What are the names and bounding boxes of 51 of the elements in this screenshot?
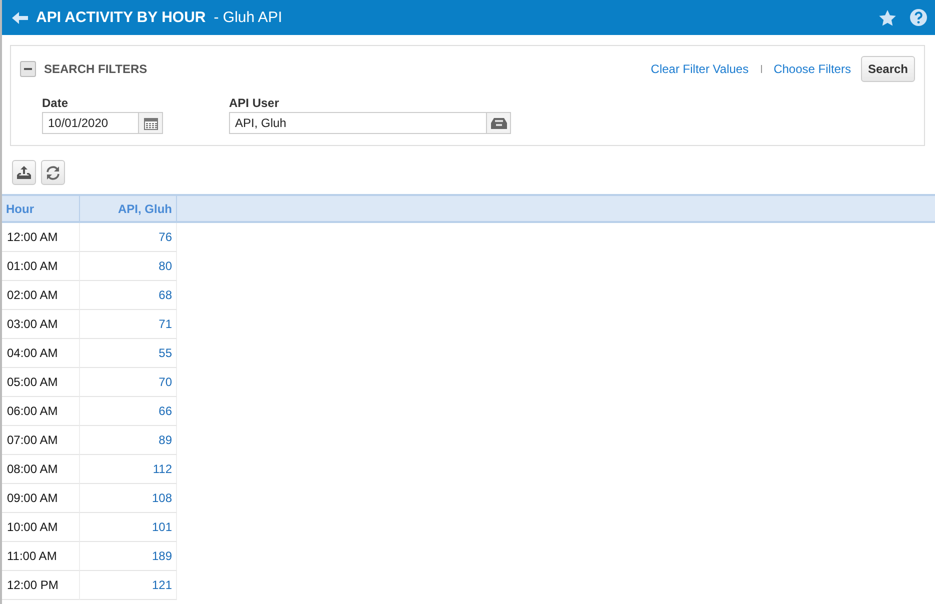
table-cell: 80 — [80, 252, 177, 281]
table-cell: 89 — [80, 426, 177, 455]
table-cell: 12:00 PM — [2, 571, 80, 600]
minus-icon — [24, 65, 32, 73]
table-cell: 101 — [80, 513, 177, 542]
refresh-icon — [45, 164, 61, 180]
table-cell: 76 — [80, 223, 177, 252]
tray-icon — [490, 118, 506, 128]
refresh-button[interactable] — [41, 160, 65, 185]
table-cell: 55 — [80, 339, 177, 368]
table-cell: 01:00 AM — [2, 252, 80, 281]
table-cell: 68 — [80, 281, 177, 310]
search-button[interactable]: Search — [860, 56, 915, 82]
table-cell: 70 — [80, 368, 177, 397]
input-field[interactable]: 10/01/2020 — [42, 112, 163, 134]
table-cell: 10:00 AM — [2, 513, 80, 542]
table-cell: 121 — [80, 571, 177, 600]
field-label: API User — [229, 96, 280, 110]
field-label: Date — [42, 96, 70, 110]
field-addon-button[interactable] — [486, 113, 510, 133]
column-header[interactable]: Hour — [2, 196, 80, 221]
export-button[interactable] — [12, 160, 36, 185]
table-cell: 112 — [80, 455, 177, 484]
table-cell: 03:00 AM — [2, 310, 80, 339]
table-cell: 189 — [80, 542, 177, 571]
help-icon[interactable] — [910, 9, 927, 26]
calendar-icon — [144, 116, 158, 130]
table-cell: 06:00 AM — [2, 397, 80, 426]
collapse-toggle[interactable] — [20, 61, 36, 77]
star-icon[interactable] — [879, 10, 896, 26]
table-cell: 07:00 AM — [2, 426, 80, 455]
table-cell: 11:00 AM — [2, 542, 80, 571]
table-cell: 66 — [80, 397, 177, 426]
table-cell: 04:00 AM — [2, 339, 80, 368]
filter-link[interactable]: Choose Filters — [774, 62, 851, 76]
back-arrow-icon[interactable] — [12, 12, 28, 24]
filter-link[interactable]: Clear Filter Values — [650, 62, 749, 76]
column-header[interactable]: API, Gluh — [80, 196, 177, 221]
table-cell: 02:00 AM — [2, 281, 80, 310]
page-subtitle: - Gluh API — [214, 9, 282, 26]
table-cell: 71 — [80, 310, 177, 339]
upload-icon — [17, 166, 31, 179]
table-cell: 12:00 AM — [2, 223, 80, 252]
table-cell: 108 — [80, 484, 177, 513]
page-title: API ACTIVITY BY HOUR — [36, 9, 206, 26]
panel-title: SEARCH FILTERS — [44, 62, 148, 76]
input-field[interactable]: API, Gluh — [229, 112, 511, 134]
table-cell: 08:00 AM — [2, 455, 80, 484]
field-addon-button[interactable] — [138, 113, 162, 133]
table-cell: 09:00 AM — [2, 484, 80, 513]
table-cell: 05:00 AM — [2, 368, 80, 397]
